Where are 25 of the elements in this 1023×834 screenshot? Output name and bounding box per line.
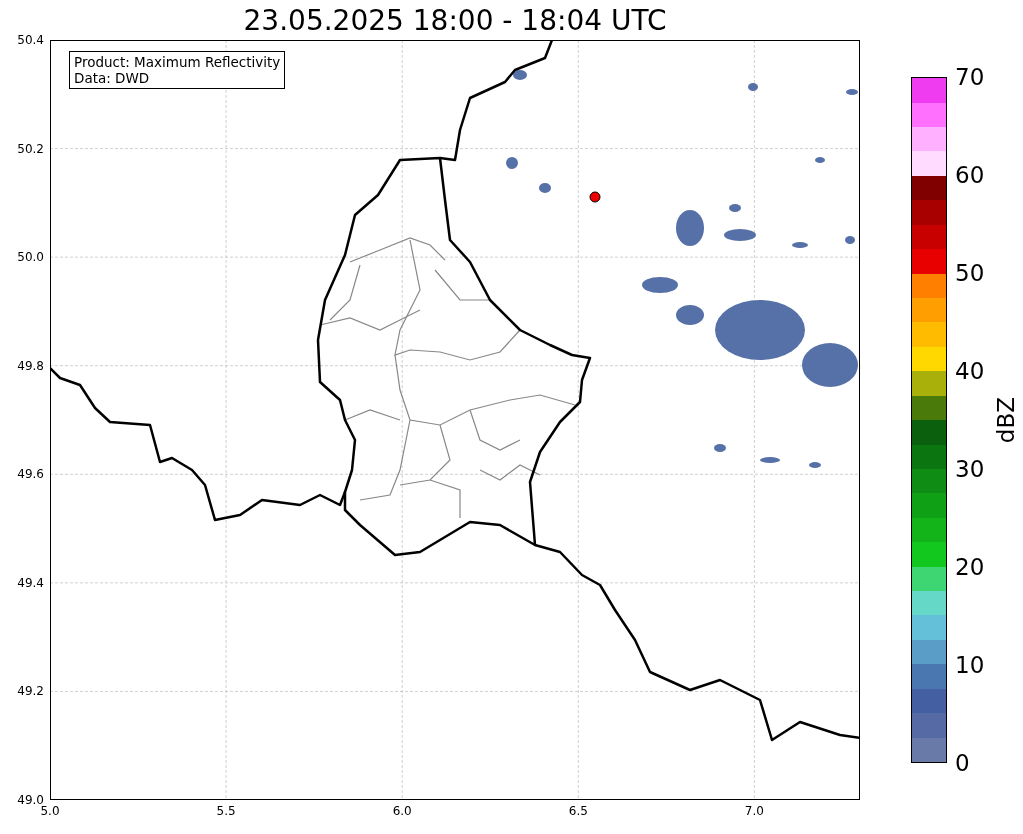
chart-title: 23.05.2025 18:00 - 18:04 UTC <box>242 3 668 39</box>
x-axis-label: 7.0 <box>744 804 764 818</box>
colorbar-tick-label: 10 <box>955 652 985 678</box>
y-axis-label: 50.0 <box>17 250 44 265</box>
y-axis-label: 49.8 <box>17 358 44 373</box>
colorbar-tick-label: 50 <box>955 260 985 286</box>
colorbar-tick-label: 70 <box>955 64 985 90</box>
colorbar-tick-label: 30 <box>955 456 985 482</box>
x-axis-label: 6.5 <box>568 804 588 818</box>
colorbar-label: dBZ <box>993 396 1019 444</box>
x-axis-label: 6.0 <box>392 804 412 818</box>
colorbar-tick-label: 0 <box>955 750 970 776</box>
info-box: Product: Maximum Reflectivity Data: DWD <box>69 51 286 89</box>
y-axis-label: 49.2 <box>17 684 44 699</box>
y-axis-label: 49.6 <box>17 467 44 482</box>
colorbar-tick-label: 60 <box>955 162 985 188</box>
x-axis-label: 5.0 <box>40 804 60 818</box>
colorbar-tick-label: 20 <box>955 554 985 580</box>
y-axis-label: 49.4 <box>17 575 44 590</box>
y-axis-label: 50.4 <box>17 33 44 47</box>
x-axis-label: 5.5 <box>216 804 236 818</box>
colorbar-tick-label: 40 <box>955 358 985 384</box>
y-axis-label: 50.2 <box>17 141 44 156</box>
location-marker <box>589 191 601 203</box>
y-axis-label: 49.0 <box>17 793 44 807</box>
